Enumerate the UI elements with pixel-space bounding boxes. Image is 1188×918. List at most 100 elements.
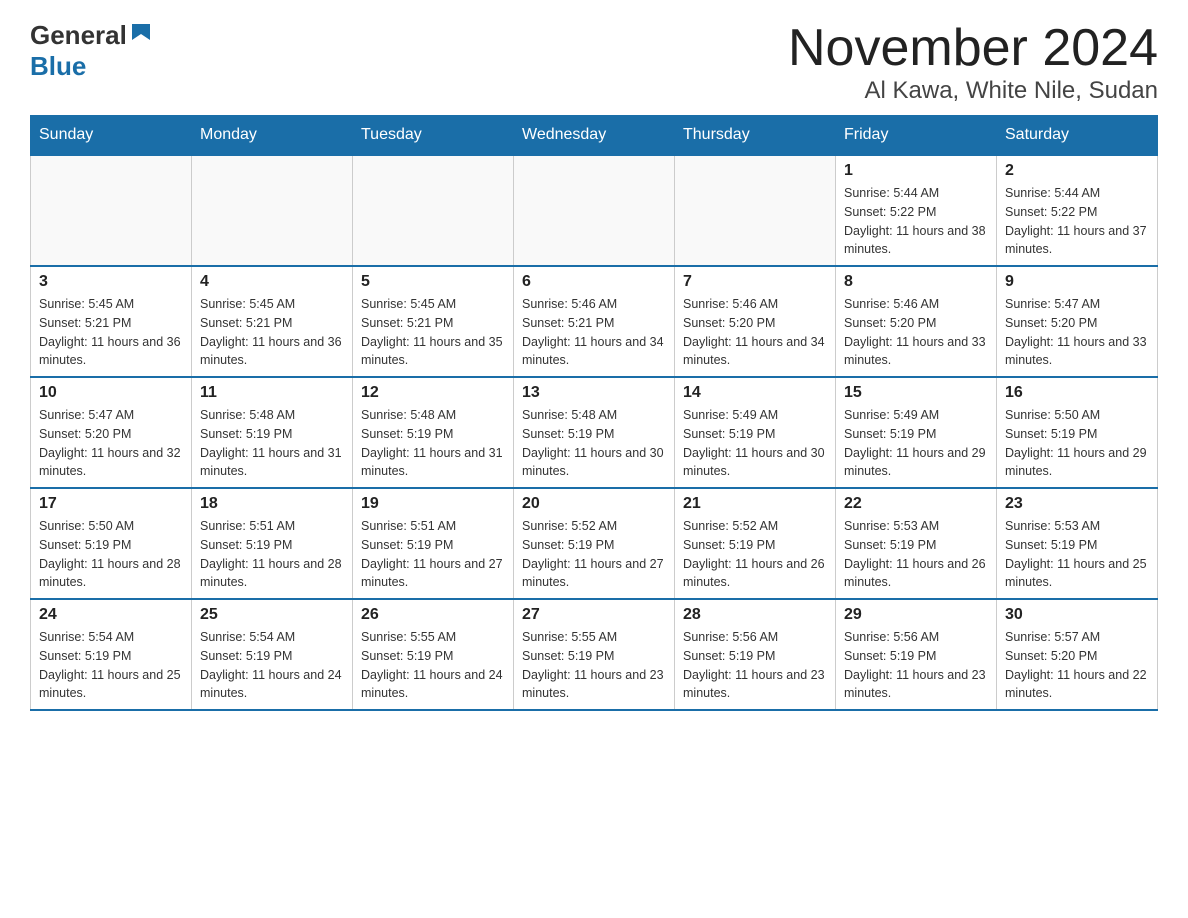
- calendar-week-row: 10 Sunrise: 5:47 AMSunset: 5:20 PMDayligh…: [31, 377, 1158, 488]
- day-number: 29: [844, 606, 988, 624]
- day-number: 23: [1005, 495, 1149, 513]
- calendar-cell: 4 Sunrise: 5:45 AMSunset: 5:21 PMDaylight…: [192, 266, 353, 377]
- calendar-cell: 16 Sunrise: 5:50 AMSunset: 5:19 PMDayligh…: [997, 377, 1158, 488]
- day-number: 15: [844, 384, 988, 402]
- calendar-table: SundayMondayTuesdayWednesdayThursdayFrid…: [30, 115, 1158, 711]
- day-info: Sunrise: 5:52 AMSunset: 5:19 PMDaylight:…: [522, 517, 666, 592]
- day-number: 17: [39, 495, 183, 513]
- day-number: 28: [683, 606, 827, 624]
- calendar-cell: 28 Sunrise: 5:56 AMSunset: 5:19 PMDayligh…: [675, 599, 836, 710]
- calendar-cell: 19Sunrise: 5:51 AMSunset: 5:19 PMDayligh…: [353, 488, 514, 599]
- calendar-cell: 11 Sunrise: 5:48 AMSunset: 5:19 PMDayligh…: [192, 377, 353, 488]
- day-info: Sunrise: 5:50 AMSunset: 5:19 PMDaylight:…: [1005, 406, 1149, 481]
- calendar-cell: 26 Sunrise: 5:55 AMSunset: 5:19 PMDayligh…: [353, 599, 514, 710]
- day-number: 10: [39, 384, 183, 402]
- day-number: 11: [200, 384, 344, 402]
- day-number: 14: [683, 384, 827, 402]
- day-number: 16: [1005, 384, 1149, 402]
- weekday-header-sunday: Sunday: [31, 116, 192, 156]
- day-info: Sunrise: 5:51 AMSunset: 5:19 PMDaylight:…: [200, 517, 344, 592]
- calendar-week-row: 3 Sunrise: 5:45 AMSunset: 5:21 PMDaylight…: [31, 266, 1158, 377]
- day-number: 7: [683, 273, 827, 291]
- day-number: 19: [361, 495, 505, 513]
- day-info: Sunrise: 5:55 AMSunset: 5:19 PMDaylight:…: [522, 628, 666, 703]
- calendar-subtitle: Al Kawa, White Nile, Sudan: [788, 77, 1158, 105]
- calendar-cell: 10 Sunrise: 5:47 AMSunset: 5:20 PMDayligh…: [31, 377, 192, 488]
- page-header: General Blue November 2024 Al Kawa, Whit…: [30, 20, 1158, 105]
- logo-flag-icon: [130, 22, 152, 44]
- day-number: 12: [361, 384, 505, 402]
- weekday-header-thursday: Thursday: [675, 116, 836, 156]
- day-info: Sunrise: 5:54 AMSunset: 5:19 PMDaylight:…: [200, 628, 344, 703]
- day-number: 6: [522, 273, 666, 291]
- calendar-cell: 5 Sunrise: 5:45 AMSunset: 5:21 PMDaylight…: [353, 266, 514, 377]
- calendar-cell: 23 Sunrise: 5:53 AMSunset: 5:19 PMDayligh…: [997, 488, 1158, 599]
- weekday-header-friday: Friday: [836, 116, 997, 156]
- logo-blue-text: Blue: [30, 51, 86, 81]
- day-info: Sunrise: 5:45 AMSunset: 5:21 PMDaylight:…: [200, 295, 344, 370]
- weekday-header-row: SundayMondayTuesdayWednesdayThursdayFrid…: [31, 116, 1158, 156]
- calendar-cell: 24 Sunrise: 5:54 AMSunset: 5:19 PMDayligh…: [31, 599, 192, 710]
- day-info: Sunrise: 5:46 AMSunset: 5:20 PMDaylight:…: [683, 295, 827, 370]
- calendar-cell: 29 Sunrise: 5:56 AMSunset: 5:19 PMDayligh…: [836, 599, 997, 710]
- day-info: Sunrise: 5:49 AMSunset: 5:19 PMDaylight:…: [683, 406, 827, 481]
- day-info: Sunrise: 5:55 AMSunset: 5:19 PMDaylight:…: [361, 628, 505, 703]
- calendar-title: November 2024: [788, 20, 1158, 77]
- day-info: Sunrise: 5:47 AMSunset: 5:20 PMDaylight:…: [39, 406, 183, 481]
- calendar-week-row: 24 Sunrise: 5:54 AMSunset: 5:19 PMDayligh…: [31, 599, 1158, 710]
- day-info: Sunrise: 5:56 AMSunset: 5:19 PMDaylight:…: [683, 628, 827, 703]
- day-info: Sunrise: 5:44 AMSunset: 5:22 PMDaylight:…: [844, 184, 988, 259]
- day-number: 30: [1005, 606, 1149, 624]
- calendar-cell: 22Sunrise: 5:53 AMSunset: 5:19 PMDayligh…: [836, 488, 997, 599]
- calendar-wrapper: SundayMondayTuesdayWednesdayThursdayFrid…: [30, 115, 1158, 711]
- day-info: Sunrise: 5:44 AMSunset: 5:22 PMDaylight:…: [1005, 184, 1149, 259]
- calendar-cell: 15 Sunrise: 5:49 AMSunset: 5:19 PMDayligh…: [836, 377, 997, 488]
- calendar-cell: [192, 155, 353, 266]
- weekday-header-wednesday: Wednesday: [514, 116, 675, 156]
- calendar-cell: [675, 155, 836, 266]
- calendar-week-row: 1 Sunrise: 5:44 AMSunset: 5:22 PMDaylight…: [31, 155, 1158, 266]
- day-info: Sunrise: 5:52 AMSunset: 5:19 PMDaylight:…: [683, 517, 827, 592]
- calendar-cell: 13Sunrise: 5:48 AMSunset: 5:19 PMDayligh…: [514, 377, 675, 488]
- calendar-cell: [514, 155, 675, 266]
- day-number: 3: [39, 273, 183, 291]
- day-number: 20: [522, 495, 666, 513]
- calendar-cell: 6 Sunrise: 5:46 AMSunset: 5:21 PMDaylight…: [514, 266, 675, 377]
- day-number: 26: [361, 606, 505, 624]
- day-number: 27: [522, 606, 666, 624]
- calendar-cell: 3Sunrise: 5:45 AMSunset: 5:21 PMDaylight…: [31, 266, 192, 377]
- day-number: 18: [200, 495, 344, 513]
- weekday-header-tuesday: Tuesday: [353, 116, 514, 156]
- calendar-cell: 14 Sunrise: 5:49 AMSunset: 5:19 PMDayligh…: [675, 377, 836, 488]
- day-info: Sunrise: 5:46 AMSunset: 5:20 PMDaylight:…: [844, 295, 988, 370]
- day-info: Sunrise: 5:46 AMSunset: 5:21 PMDaylight:…: [522, 295, 666, 370]
- day-number: 4: [200, 273, 344, 291]
- calendar-cell: 12Sunrise: 5:48 AMSunset: 5:19 PMDayligh…: [353, 377, 514, 488]
- day-info: Sunrise: 5:47 AMSunset: 5:20 PMDaylight:…: [1005, 295, 1149, 370]
- day-number: 8: [844, 273, 988, 291]
- day-number: 24: [39, 606, 183, 624]
- day-info: Sunrise: 5:56 AMSunset: 5:19 PMDaylight:…: [844, 628, 988, 703]
- calendar-cell: 1 Sunrise: 5:44 AMSunset: 5:22 PMDaylight…: [836, 155, 997, 266]
- day-number: 5: [361, 273, 505, 291]
- calendar-cell: 8 Sunrise: 5:46 AMSunset: 5:20 PMDaylight…: [836, 266, 997, 377]
- calendar-cell: 27 Sunrise: 5:55 AMSunset: 5:19 PMDayligh…: [514, 599, 675, 710]
- day-info: Sunrise: 5:53 AMSunset: 5:19 PMDaylight:…: [1005, 517, 1149, 592]
- logo: General Blue: [30, 20, 152, 82]
- day-info: Sunrise: 5:49 AMSunset: 5:19 PMDaylight:…: [844, 406, 988, 481]
- weekday-header-saturday: Saturday: [997, 116, 1158, 156]
- day-info: Sunrise: 5:54 AMSunset: 5:19 PMDaylight:…: [39, 628, 183, 703]
- weekday-header-monday: Monday: [192, 116, 353, 156]
- day-info: Sunrise: 5:45 AMSunset: 5:21 PMDaylight:…: [361, 295, 505, 370]
- day-number: 9: [1005, 273, 1149, 291]
- day-number: 1: [844, 162, 988, 180]
- calendar-cell: 7 Sunrise: 5:46 AMSunset: 5:20 PMDaylight…: [675, 266, 836, 377]
- calendar-cell: [31, 155, 192, 266]
- day-number: 25: [200, 606, 344, 624]
- day-info: Sunrise: 5:50 AMSunset: 5:19 PMDaylight:…: [39, 517, 183, 592]
- logo-general-text: General: [30, 20, 127, 51]
- day-info: Sunrise: 5:48 AMSunset: 5:19 PMDaylight:…: [200, 406, 344, 481]
- calendar-cell: 9 Sunrise: 5:47 AMSunset: 5:20 PMDaylight…: [997, 266, 1158, 377]
- calendar-cell: [353, 155, 514, 266]
- calendar-week-row: 17 Sunrise: 5:50 AMSunset: 5:19 PMDayligh…: [31, 488, 1158, 599]
